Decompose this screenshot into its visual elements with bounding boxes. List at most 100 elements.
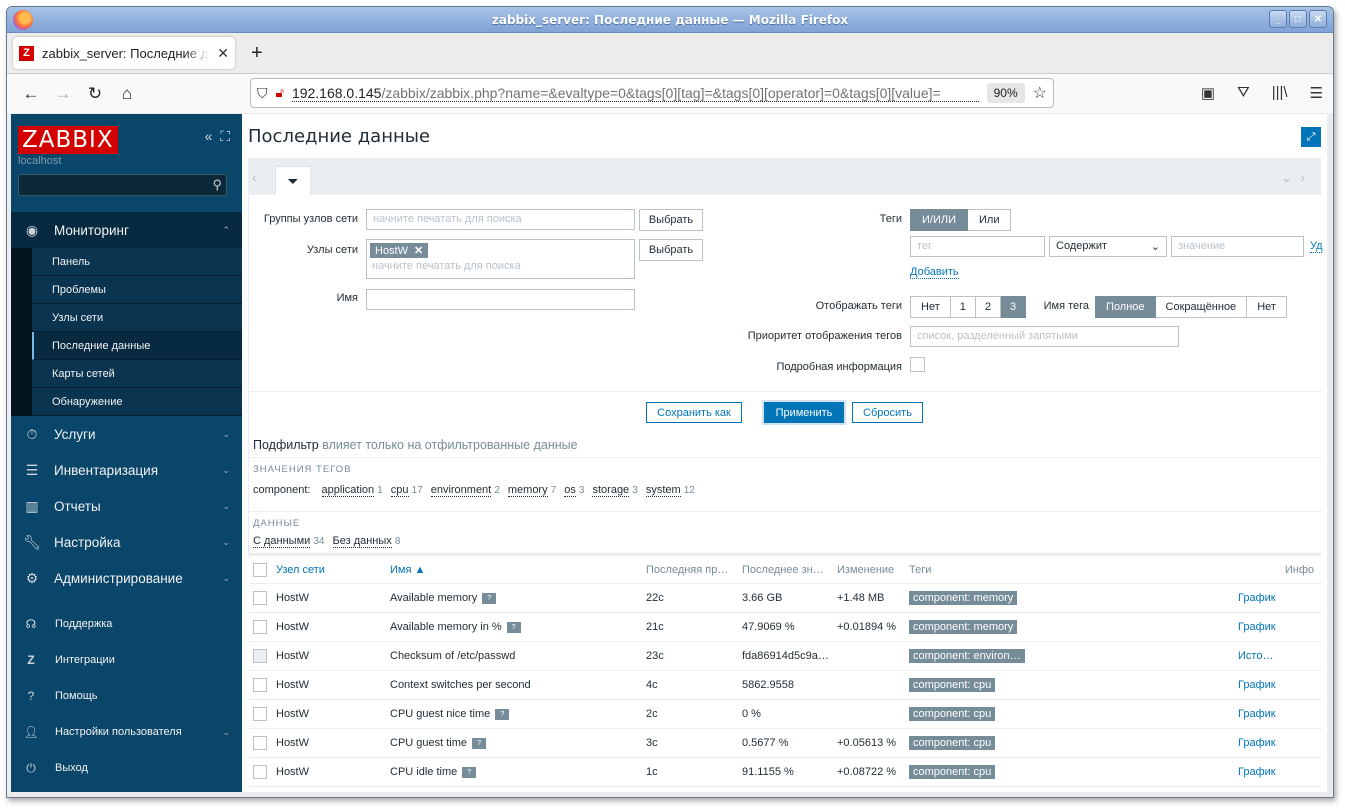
tags-or-toggle[interactable]: Или [968,209,1012,231]
menu-support[interactable]: ☊ Поддержка [11,606,242,642]
menu-user-settings[interactable]: 👤︎ Настройки пользователя ⌄ [11,714,242,750]
home-button[interactable]: ⌂ [111,84,143,104]
tags-and-or-toggle[interactable]: И/ИЛИ [910,209,968,231]
tag-value-label[interactable]: application [321,484,375,497]
name-cell[interactable]: Checksum of /etc/passwd [390,650,516,662]
zoom-level-button[interactable]: 90% [986,83,1025,103]
select-all-checkbox[interactable] [253,562,267,577]
help-icon[interactable]: ? [482,593,497,604]
menu-configuration[interactable]: 🔧︎ Настройка ⌄ [11,524,242,560]
graph-link[interactable]: График [1238,621,1276,633]
host-cell[interactable]: HostW [276,592,309,604]
menu-sign-out[interactable]: ⏻ Выход [11,750,242,786]
tag-value-label[interactable]: cpu [390,484,409,497]
host-link[interactable]: HostW [276,650,309,662]
tag-badge[interactable]: component: cpu [909,765,996,779]
submenu-latest-data[interactable]: Последние данные [32,332,242,360]
maximize-button[interactable]: □ [1289,10,1307,28]
item-name-link[interactable]: CPU idle time [390,766,458,778]
graph-link[interactable]: График [1238,766,1276,778]
item-name-link[interactable]: Available memory [390,592,478,604]
show-tags-none[interactable]: Нет [910,296,951,318]
back-button[interactable]: ← [15,84,47,104]
menu-services[interactable]: ⏱︎ Услуги ⌄ [11,416,242,452]
data-value-label[interactable]: С данными [253,535,311,548]
close-window-button[interactable]: ✕ [1309,10,1327,28]
tag-name-none[interactable]: Нет [1247,296,1287,318]
help-icon[interactable]: ? [506,622,521,633]
menu-monitoring[interactable]: ◉ Мониторинг ⌃ [11,212,242,248]
tag-value-label[interactable]: environment [430,484,492,497]
filter-nav-icons[interactable]: ⌄› [1281,169,1313,186]
tag-value-label[interactable]: storage [592,484,630,497]
tag-operator-select[interactable]: Содержит ⌄ [1049,236,1167,257]
row-checkbox[interactable] [253,620,267,634]
tag-value-input[interactable]: значение [1171,236,1304,257]
host-link[interactable]: HostW [276,766,309,778]
tag-badge[interactable]: component: environ… [909,649,1025,663]
row-checkbox[interactable] [253,765,267,779]
submenu-problems[interactable]: Проблемы [32,276,242,304]
row-checkbox[interactable] [253,736,267,750]
tag-badge[interactable]: component: cpu [909,678,996,692]
graph-link[interactable]: Исто… [1238,650,1273,662]
name-cell[interactable]: Available memory? [390,592,497,604]
subfilter-data-value[interactable]: С данными 34 [253,535,325,548]
host-link[interactable]: HostW [276,708,309,720]
close-tab-icon[interactable]: ✕ [217,45,229,62]
reader-icon[interactable]: ▣ [1201,84,1215,102]
filter-tab[interactable]: ⏷ [275,166,311,195]
minimize-button[interactable]: _ [1269,10,1287,28]
subfilter-tag-value[interactable]: application 1 [321,484,383,497]
col-host[interactable]: Узел сети [276,564,325,576]
reset-button[interactable]: Сбросить [852,402,923,423]
host-link[interactable]: HostW [276,679,309,691]
hosts-multiselect[interactable]: HostW ✕ начните печатать для поиска [366,239,635,279]
host-cell[interactable]: HostW [276,737,309,749]
item-name-link[interactable]: Context switches per second [390,679,531,691]
pocket-icon[interactable]: ⛛ [1237,84,1250,102]
shield-icon[interactable]: ⛉ [257,85,268,102]
graph-link[interactable]: График [1238,737,1276,749]
remove-chip-icon[interactable]: ✕ [414,244,423,257]
insecure-lock-icon[interactable]: 🔓︎ [276,85,284,101]
sidebar-search-input[interactable]: ⚲ [18,174,227,196]
show-tags-2[interactable]: 2 [975,296,1001,318]
tag-badge[interactable]: component: cpu [909,707,996,721]
row-checkbox[interactable] [253,649,267,663]
host-link[interactable]: HostW [276,737,309,749]
row-checkbox[interactable] [253,707,267,721]
menu-administration[interactable]: ⚙ Администрирование ⌄ [11,560,242,596]
name-cell[interactable]: CPU idle time? [390,766,477,778]
library-icon[interactable]: |||\ [1272,84,1288,102]
item-name-link[interactable]: CPU guest nice time [390,708,491,720]
subfilter-tag-value[interactable]: memory 7 [507,484,556,497]
tag-value-label[interactable]: os [564,484,576,497]
name-input[interactable] [366,289,635,310]
name-cell[interactable]: CPU guest nice time? [390,708,510,720]
host-cell[interactable]: HostW [276,679,309,691]
graph-link[interactable]: График [1238,592,1276,604]
tag-value-label[interactable]: memory [507,484,548,497]
host-link[interactable]: HostW [276,592,309,604]
show-tags-1[interactable]: 1 [950,296,976,318]
forward-button[interactable]: → [47,84,79,104]
subfilter-data-value[interactable]: Без данных 8 [332,535,400,548]
col-name[interactable]: Имя ▲ [390,564,425,576]
help-icon[interactable]: ? [472,738,487,749]
apply-button[interactable]: Применить [764,402,844,423]
tag-badge[interactable]: component: cpu [909,736,996,750]
filter-prev-icon[interactable]: ‹ [252,169,257,185]
tag-badge[interactable]: component: memory [909,591,1018,605]
name-cell[interactable]: Context switches per second [390,679,531,691]
item-name-link[interactable]: Checksum of /etc/passwd [390,650,516,662]
url-bar[interactable]: ⛉ 🔓︎ 192.168.0.145/zabbix/zabbix.php?nam… [250,78,1054,108]
submenu-discovery[interactable]: Обнаружение [32,388,242,416]
row-checkbox[interactable] [253,678,267,692]
item-name-link[interactable]: Available memory in % [390,621,502,633]
tag-priority-input[interactable]: список, разделенный запятыми [910,326,1179,347]
submenu-hosts[interactable]: Узлы сети [32,304,242,332]
subfilter-tag-value[interactable]: storage 3 [592,484,638,497]
bookmark-star-icon[interactable]: ☆ [1033,83,1047,103]
data-value-label[interactable]: Без данных [332,535,392,548]
